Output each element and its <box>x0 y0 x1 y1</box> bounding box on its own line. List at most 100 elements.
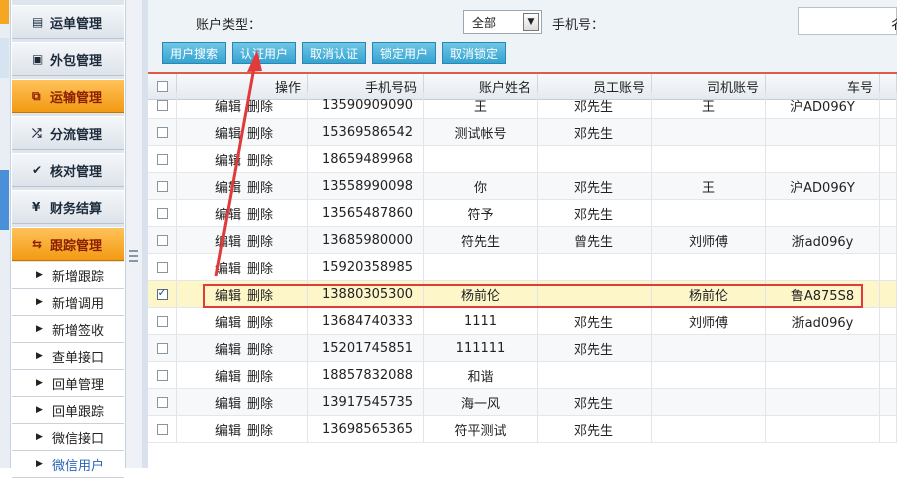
select-all-checkbox[interactable] <box>156 81 168 92</box>
delete-link[interactable]: 删除 <box>247 204 273 223</box>
unlock-user-button[interactable]: 取消锁定 <box>442 42 506 64</box>
sidebar-menu-item[interactable]: ⤮ 分流管理 <box>12 116 124 150</box>
row-select-cell[interactable] <box>148 254 177 280</box>
account-type-select[interactable]: 全部 ▼ <box>463 10 542 34</box>
edit-link[interactable]: 编辑 <box>215 339 241 358</box>
delete-link[interactable]: 删除 <box>247 420 273 439</box>
tracking-submenu: ▶ 新增跟踪 ▶ 新增调用 ▶ 新增签收 ▶ 查单接口 ▶ 回单管理 ▶ 回单跟踪 ▶ 微信接口 ▶ 微信用户 <box>12 262 124 478</box>
row-checkbox[interactable] <box>156 234 168 246</box>
row-checkbox[interactable] <box>156 126 168 138</box>
row-select-cell[interactable] <box>148 173 177 199</box>
table-row[interactable]: 编辑 删除 13684740333 1111 邓先生 刘师傅 浙ad096y <box>148 308 897 335</box>
edit-link[interactable]: 编辑 <box>215 366 241 385</box>
delete-link[interactable]: 删除 <box>247 96 273 115</box>
table-row[interactable]: 编辑 删除 18857832088 和谐 <box>148 362 897 389</box>
row-select-cell[interactable] <box>148 308 177 334</box>
table-row[interactable]: 编辑 删除 18659489968 <box>148 146 897 173</box>
edit-link[interactable]: 编辑 <box>215 312 241 331</box>
row-checkbox[interactable] <box>156 153 168 165</box>
submenu-item[interactable]: ▶ 新增跟踪 <box>12 262 124 289</box>
sidebar-menu-item[interactable]: ▣ 外包管理 <box>12 42 124 76</box>
row-actions-cell: 编辑 删除 <box>177 308 308 334</box>
sidebar-menu-item[interactable]: ▤ 运单管理 <box>12 5 124 39</box>
phone-input[interactable] <box>798 7 897 35</box>
table-row[interactable]: 编辑 删除 13685980000 符先生 曾先生 刘师傅 浙ad096y <box>148 227 897 254</box>
row-select-cell[interactable] <box>148 335 177 361</box>
submenu-item[interactable]: ▶ 微信用户 <box>12 451 124 478</box>
plate-cell: 鲁A875S8 <box>766 281 880 307</box>
row-select-cell[interactable] <box>148 92 177 118</box>
submenu-item[interactable]: ▶ 查单接口 <box>12 343 124 370</box>
row-checkbox[interactable] <box>156 342 168 354</box>
row-checkbox[interactable] <box>156 180 168 192</box>
table-row[interactable]: 编辑删除13880305300杨前伦杨前伦鲁A875S8 <box>148 281 897 308</box>
delete-link[interactable]: 删除 <box>247 366 273 385</box>
row-checkbox[interactable] <box>156 207 168 219</box>
row-checkbox[interactable] <box>156 286 168 300</box>
delete-link[interactable]: 删除 <box>247 150 273 169</box>
delete-link[interactable]: 删除 <box>247 393 273 412</box>
submenu-item[interactable]: ▶ 微信接口 <box>12 424 124 451</box>
table-row[interactable]: 编辑 删除 13558990098 你邓先生王沪AD096Y <box>148 173 897 200</box>
row-checkbox[interactable] <box>156 423 168 435</box>
edit-link[interactable]: 编辑 <box>215 393 241 412</box>
driver-account-cell: 刘师傅 <box>652 308 766 334</box>
delete-link[interactable]: 删除 <box>247 258 273 277</box>
verify-user-button[interactable]: 认证用户 <box>232 42 296 64</box>
row-select-cell[interactable] <box>148 281 177 307</box>
sidebar-menu-item[interactable]: ✔ 核对管理 <box>12 153 124 187</box>
submenu-item[interactable]: ▶ 新增签收 <box>12 316 124 343</box>
edit-link[interactable]: 编辑 <box>215 123 241 142</box>
account-name-cell: 符予 <box>424 200 538 226</box>
row-select-cell[interactable] <box>148 362 177 388</box>
table-row[interactable]: 编辑 删除 15201745851 111111 邓先生 <box>148 335 897 362</box>
sidebar-menu-item[interactable]: ¥ 财务结算 <box>12 190 124 224</box>
submenu-item[interactable]: ▶ 回单跟踪 <box>12 397 124 424</box>
sidebar-splitter[interactable] <box>125 0 143 468</box>
sidebar-menu-item[interactable]: ⇆ 跟踪管理 <box>12 227 124 261</box>
row-select-cell[interactable] <box>148 389 177 415</box>
row-select-cell[interactable] <box>148 119 177 145</box>
plate-cell: 浙ad096y <box>766 308 880 334</box>
row-select-cell[interactable] <box>148 416 177 442</box>
delete-link[interactable]: 删除 <box>247 123 273 142</box>
row-checkbox[interactable] <box>156 315 168 327</box>
table-row[interactable]: 编辑 删除 15920358985 <box>148 254 897 281</box>
delete-link[interactable]: 删除 <box>247 177 273 196</box>
submenu-item[interactable]: ▶ 新增调用 <box>12 289 124 316</box>
search-users-button[interactable]: 用户搜索 <box>162 42 226 64</box>
edit-link[interactable]: 编辑 <box>215 285 241 304</box>
edit-link[interactable]: 编辑 <box>215 420 241 439</box>
submenu-item[interactable]: ▶ 回单管理 <box>12 370 124 397</box>
row-checkbox[interactable] <box>156 261 168 273</box>
delete-link[interactable]: 删除 <box>247 312 273 331</box>
edit-link[interactable]: 编辑 <box>215 150 241 169</box>
delete-link[interactable]: 删除 <box>247 285 273 304</box>
edit-link[interactable]: 编辑 <box>215 204 241 223</box>
plate-cell <box>766 416 880 442</box>
row-select-cell[interactable] <box>148 200 177 226</box>
sidebar-menu-item[interactable]: ⧉ 运输管理 <box>12 79 124 113</box>
row-actions-cell: 编辑 删除 <box>177 254 308 280</box>
row-select-cell[interactable] <box>148 146 177 172</box>
table-row[interactable]: 编辑 删除 13590909090 王邓先生王沪AD096Y <box>148 92 897 119</box>
delete-link[interactable]: 删除 <box>247 231 273 250</box>
edit-link[interactable]: 编辑 <box>215 177 241 196</box>
edit-link[interactable]: 编辑 <box>215 258 241 277</box>
table-row[interactable]: 编辑 删除 13565487860 符予 邓先生 <box>148 200 897 227</box>
splitter-grip-icon[interactable] <box>129 250 138 262</box>
check-icon: ✔ <box>32 163 43 177</box>
chevron-down-icon[interactable]: ▼ <box>523 13 539 31</box>
edit-link[interactable]: 编辑 <box>215 96 241 115</box>
row-checkbox[interactable] <box>156 396 168 408</box>
row-checkbox[interactable] <box>156 369 168 381</box>
table-row[interactable]: 编辑 删除 13917545735 海一风 邓先生 <box>148 389 897 416</box>
row-checkbox[interactable] <box>156 99 168 111</box>
table-row[interactable]: 编辑 删除 13698565365 符平测试 邓先生 <box>148 416 897 443</box>
cancel-verify-button[interactable]: 取消认证 <box>302 42 366 64</box>
lock-user-button[interactable]: 锁定用户 <box>372 42 436 64</box>
row-select-cell[interactable] <box>148 227 177 253</box>
delete-link[interactable]: 删除 <box>247 339 273 358</box>
table-row[interactable]: 编辑 删除 15369586542 测试帐号 邓先生 <box>148 119 897 146</box>
edit-link[interactable]: 编辑 <box>215 231 241 250</box>
